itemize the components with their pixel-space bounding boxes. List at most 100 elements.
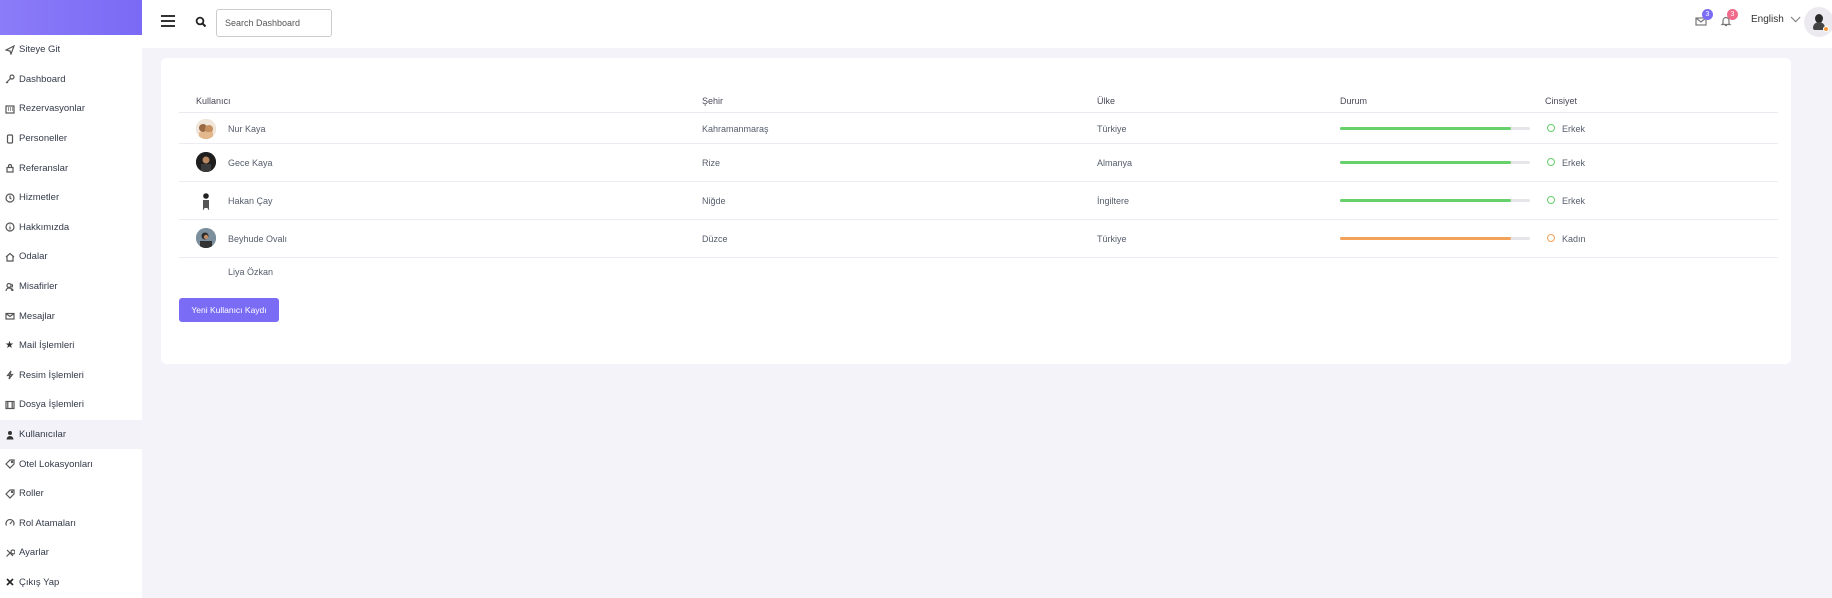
lock-icon bbox=[3, 163, 16, 173]
sidebar-item-label: Hizmetler bbox=[19, 192, 60, 204]
status-progress-fill bbox=[1340, 127, 1511, 130]
user-country: Türkiye bbox=[1097, 234, 1127, 244]
table-row[interactable]: Gece Kaya Rize Almanya Erkek bbox=[179, 144, 1778, 182]
home-icon bbox=[3, 252, 16, 262]
sidebar-item-label: Resim İşlemleri bbox=[19, 369, 84, 381]
column-header-status: Durum bbox=[1340, 96, 1368, 106]
phone-icon bbox=[3, 133, 16, 144]
sidebar-item-personeller[interactable]: Personeller bbox=[0, 124, 142, 154]
sidebar-item-misafirler[interactable]: Misafirler bbox=[0, 272, 142, 302]
sidebar-item-mesajlar[interactable]: Mesajlar bbox=[0, 301, 142, 331]
user-gender: Kadın bbox=[1562, 234, 1586, 244]
avatar bbox=[196, 228, 216, 248]
sidebar-item-label: Siteye Git bbox=[19, 44, 61, 56]
user-gender: Erkek bbox=[1562, 196, 1586, 206]
gender-circle-icon bbox=[1547, 124, 1555, 132]
sidebar-item-cikis-yap[interactable]: Çıkış Yap bbox=[0, 568, 142, 598]
avatar bbox=[196, 152, 216, 172]
mail-badge: 3 bbox=[1702, 9, 1713, 20]
sidebar-item-label: Otel Lokasyonları bbox=[19, 458, 93, 470]
avatar bbox=[196, 119, 216, 139]
sidebar-item-odalar[interactable]: Odalar bbox=[0, 242, 142, 272]
sidebar-item-label: Rol Atamaları bbox=[19, 517, 77, 529]
calendar-icon bbox=[3, 104, 16, 114]
sidebar-item-label: Dashboard bbox=[19, 73, 66, 85]
sidebar-item-dashboard[interactable]: Dashboard bbox=[0, 65, 142, 95]
sidebar-item-label: Personeller bbox=[19, 133, 68, 145]
sidebar-item-rol-atamalari[interactable]: Rol Atamaları bbox=[0, 509, 142, 539]
sidebar-item-ayarlar[interactable]: Ayarlar bbox=[0, 538, 142, 568]
new-user-button[interactable]: Yeni Kullanıcı Kaydı bbox=[179, 298, 279, 322]
search-input[interactable] bbox=[216, 9, 332, 37]
sidebar-item-mail-islemleri[interactable]: ★ Mail İşlemleri bbox=[0, 331, 142, 361]
user-city: Kahramanmaraş bbox=[702, 124, 769, 134]
sidebar-item-label: Rezervasyonlar bbox=[19, 103, 85, 115]
key-icon bbox=[3, 74, 16, 84]
table-row[interactable]: Beyhude Ovalı Düzce Türkiye Kadın bbox=[179, 220, 1778, 258]
users-icon bbox=[3, 282, 16, 292]
menu-toggle-icon[interactable] bbox=[161, 15, 175, 27]
sidebar-item-otel-lokasyonlari[interactable]: Otel Lokasyonları bbox=[0, 449, 142, 479]
sidebar-item-siteye-git[interactable]: Siteye Git bbox=[0, 35, 142, 65]
column-header-city: Şehir bbox=[702, 96, 724, 106]
sidebar-item-label: Mesajlar bbox=[19, 310, 55, 322]
users-card: Kullanıcı Şehir Ülke Durum Cinsiyet Nur … bbox=[161, 58, 1791, 364]
sidebar-item-kullanicilar[interactable]: Kullanıcılar bbox=[0, 419, 142, 450]
status-progress-fill bbox=[1340, 161, 1511, 164]
avatar bbox=[196, 190, 216, 210]
user-name: Liya Özkan bbox=[228, 267, 274, 277]
gauge-icon bbox=[3, 518, 16, 528]
sidebar-item-label: Mail İşlemleri bbox=[19, 340, 75, 352]
bell-badge: 3 bbox=[1727, 9, 1738, 20]
tag-icon bbox=[3, 459, 16, 469]
user-city: Düzce bbox=[702, 234, 728, 244]
status-progress bbox=[1340, 199, 1530, 202]
sidebar-brand bbox=[0, 0, 142, 35]
sidebar-item-label: Odalar bbox=[19, 251, 48, 263]
table-row[interactable]: Liya Özkan bbox=[179, 258, 1778, 288]
sidebar-item-label: Çıkış Yap bbox=[19, 576, 60, 588]
clock-icon bbox=[3, 193, 16, 203]
language-select[interactable]: English bbox=[1751, 12, 1801, 25]
search-icon[interactable] bbox=[195, 16, 207, 28]
sidebar-item-resim-islemleri[interactable]: Resim İşlemleri bbox=[0, 361, 142, 391]
user-gender: Erkek bbox=[1562, 158, 1586, 168]
sidebar-item-hizmetler[interactable]: Hizmetler bbox=[0, 183, 142, 213]
table-row[interactable]: Nur Kaya Kahramanmaraş Türkiye Erkek bbox=[179, 113, 1778, 144]
bell-notification-button[interactable]: 3 bbox=[1720, 9, 1738, 29]
user-city: Rize bbox=[702, 158, 721, 168]
mail-icon bbox=[3, 311, 16, 321]
tag-icon bbox=[3, 489, 16, 499]
topbar: 3 3 English bbox=[142, 0, 1832, 48]
sidebar-item-roller[interactable]: Roller bbox=[0, 479, 142, 509]
language-label: English bbox=[1751, 14, 1784, 25]
sidebar-item-referanslar[interactable]: Referanslar bbox=[0, 153, 142, 183]
table-header: Kullanıcı Şehir Ülke Durum Cinsiyet bbox=[179, 87, 1778, 113]
star-icon: ★ bbox=[5, 340, 14, 352]
sidebar-item-label: Misafirler bbox=[19, 281, 58, 293]
user-country: Türkiye bbox=[1097, 124, 1127, 134]
sidebar-item-hakkimizda[interactable]: Hakkımızda bbox=[0, 213, 142, 243]
chevron-down-icon bbox=[1790, 12, 1801, 23]
user-name: Gece Kaya bbox=[228, 158, 273, 168]
users-table: Kullanıcı Şehir Ülke Durum Cinsiyet Nur … bbox=[179, 87, 1778, 288]
user-name: Nur Kaya bbox=[228, 124, 266, 134]
user-city: Niğde bbox=[702, 196, 726, 206]
sidebar-item-rezervasyonlar[interactable]: Rezervasyonlar bbox=[0, 94, 142, 124]
status-dot bbox=[1823, 26, 1829, 32]
mail-notification-button[interactable]: 3 bbox=[1695, 9, 1713, 29]
sidebar-item-label: Dosya İşlemleri bbox=[19, 399, 84, 411]
table-row[interactable]: Hakan Çay Niğde İngiltere Erkek bbox=[179, 182, 1778, 220]
status-progress bbox=[1340, 237, 1530, 240]
sidebar-nav: Siteye Git Dashboard Rezervasyonlar Pers… bbox=[0, 35, 142, 597]
user-country: Almanya bbox=[1097, 158, 1133, 168]
sidebar-item-label: Hakkımızda bbox=[19, 221, 70, 233]
sidebar-item-label: Kullanıcılar bbox=[19, 429, 66, 441]
column-header-country: Ülke bbox=[1097, 96, 1116, 106]
sidebar-item-dosya-islemleri[interactable]: Dosya İşlemleri bbox=[0, 390, 142, 420]
gender-circle-icon bbox=[1547, 234, 1555, 242]
status-progress-fill bbox=[1340, 199, 1511, 202]
film-icon bbox=[3, 400, 16, 410]
user-avatar[interactable] bbox=[1804, 7, 1832, 37]
user-icon bbox=[3, 430, 16, 440]
